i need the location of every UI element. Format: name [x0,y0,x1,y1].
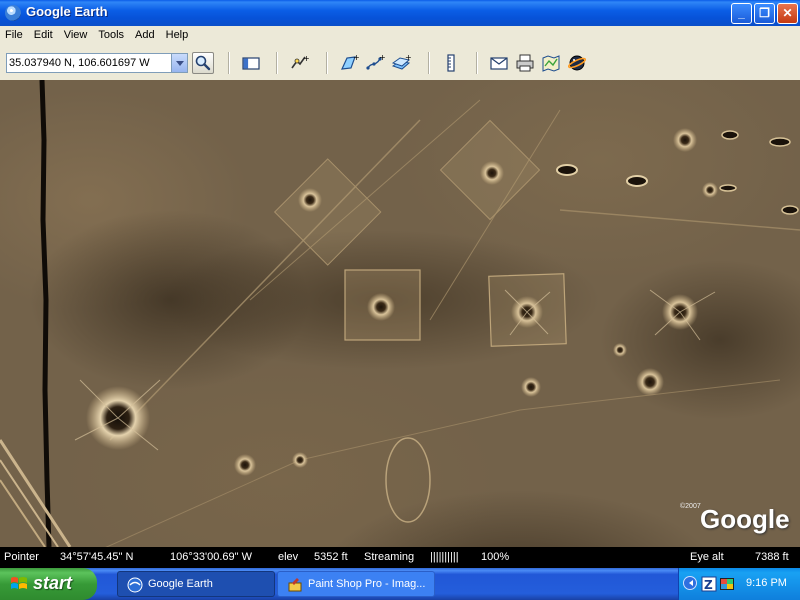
svg-text:+: + [353,53,360,62]
earth-3d-view[interactable]: ©2007 Google [0,80,800,547]
windows-logo-icon [11,577,27,589]
system-tray: Z 9:16 PM [678,568,800,600]
streaming-label: Streaming [364,551,415,563]
taskbar-item-paint-shop-pro[interactable]: Paint Shop Pro - Imag... [277,571,435,597]
search-button[interactable] [192,52,214,74]
search-box[interactable] [6,53,188,73]
menu-help[interactable]: Help [161,26,195,41]
streaming-progress-bar: |||||||||| [430,551,459,563]
search-icon [195,55,211,71]
sidebar-toggle-icon [242,57,260,70]
window-title: Google Earth [26,4,108,19]
image-overlay-icon: + [391,53,412,70]
maximize-button[interactable]: ❐ [754,3,775,24]
imagery-copyright: ©2007 [680,503,701,510]
tray-app-icon[interactable] [719,576,735,592]
taskbar-item-google-earth[interactable]: Google Earth [117,571,275,597]
menu-add[interactable]: Add [130,26,161,41]
toolbar-separator [326,52,328,74]
sidebar-toggle-button[interactable] [240,52,262,74]
toolbar-separator [228,52,230,74]
ruler-button[interactable] [440,52,462,74]
sky-icon [567,55,587,71]
path-icon: + [366,53,386,70]
eye-altitude-value: 7388 ft [755,551,789,563]
toolbar-separator [476,52,478,74]
close-button[interactable]: ✕ [777,3,798,24]
view-in-maps-button[interactable] [540,52,562,74]
minimize-button[interactable]: _ [731,3,752,24]
satellite-terrain [0,80,800,547]
email-icon [490,57,508,70]
sky-switch-button[interactable] [566,52,588,74]
menu-edit[interactable]: Edit [29,26,59,41]
system-clock[interactable]: 9:16 PM [746,577,787,589]
zonealarm-icon[interactable]: Z [701,576,717,592]
search-history-dropdown[interactable] [171,54,187,72]
svg-text:+: + [379,53,386,62]
maps-icon [542,55,560,72]
google-earth-app-icon [5,5,21,21]
svg-text:Z: Z [704,578,713,592]
add-placemark-button[interactable]: + [288,52,310,74]
placemark-icon: + [291,54,310,69]
svg-text:+: + [303,54,310,63]
polygon-icon: + [341,53,360,70]
add-polygon-button[interactable]: + [338,52,360,74]
start-button[interactable]: start [0,568,97,600]
show-hidden-icons-button[interactable] [683,576,697,590]
elevation-value: 5352 ft [314,551,348,563]
menu-tools[interactable]: Tools [93,26,130,41]
google-logo: Google [700,504,790,534]
eye-altitude-label: Eye alt [690,551,724,563]
pointer-latitude: 34°57'45.45" N [60,551,134,563]
google-earth-task-icon [127,577,143,593]
menu-view[interactable]: View [59,26,94,41]
status-bar: Pointer 34°57'45.45" N 106°33'00.69" W e… [0,547,800,568]
title-bar[interactable]: Google Earth _ ❐ ✕ [0,0,800,26]
streaming-percent: 100% [481,551,510,563]
taskbar: start Google Earth Paint Shop Pro - Imag… [0,568,800,600]
svg-text:+: + [405,53,412,62]
menu-bar: File Edit View Tools Add Help [0,26,800,46]
add-image-overlay-button[interactable]: + [390,52,412,74]
taskbar-item-label: Paint Shop Pro - Imag... [308,578,426,590]
toolbar: + + + + [0,46,800,81]
paint-shop-pro-task-icon [288,578,302,592]
add-path-button[interactable]: + [364,52,386,74]
start-label: start [33,573,73,593]
ruler-icon [447,54,455,72]
print-button[interactable] [514,52,536,74]
toolbar-separator [276,52,278,74]
taskbar-item-label: Google Earth [148,578,213,590]
menu-file[interactable]: File [0,26,29,41]
pointer-longitude: 106°33'00.69" W [170,551,252,563]
pointer-label: Pointer [4,551,39,563]
email-button[interactable] [488,52,510,74]
print-icon [516,54,534,72]
toolbar-separator [428,52,430,74]
search-input[interactable] [7,54,169,72]
elevation-label: elev [278,551,299,563]
